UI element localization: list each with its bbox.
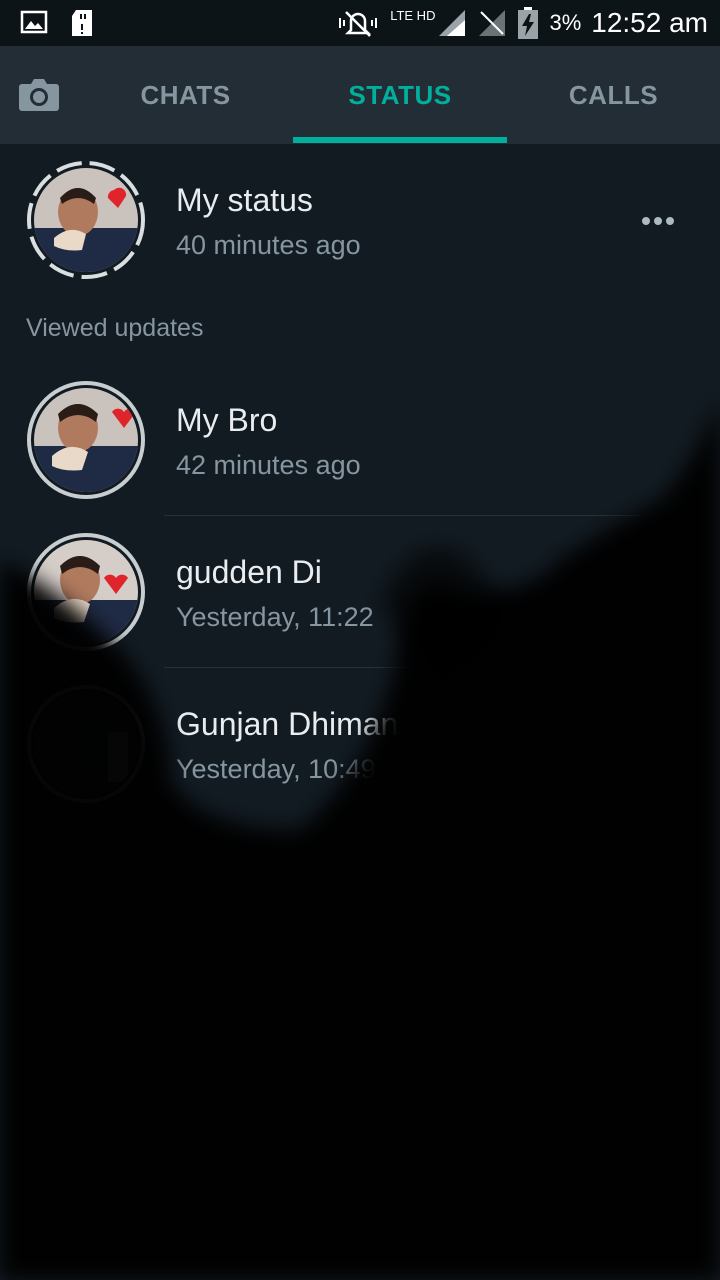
contact-name: My Bro — [176, 402, 278, 438]
contact-name: Gunjan Dhiman — [176, 706, 399, 742]
battery-percentage: 3% — [549, 10, 582, 35]
app-bar: CHATS STATUS CALLS — [0, 46, 720, 144]
gallery-notification-icon — [20, 10, 48, 34]
battery-charging-icon — [518, 7, 539, 39]
status-time: Yesterday, 10:49 — [176, 754, 376, 784]
my-status-avatar-wrap[interactable] — [26, 160, 146, 280]
status-ring-dashed — [27, 161, 145, 279]
more-options-icon[interactable] — [640, 204, 676, 238]
contact-avatar-wrap — [26, 532, 146, 652]
no-sim-icon — [479, 10, 506, 36]
tab-status[interactable]: STATUS — [293, 46, 507, 144]
camera-icon[interactable] — [18, 76, 60, 112]
clock: 12:52 am — [591, 7, 708, 38]
status-update-row[interactable]: gudden Di Yesterday, 11:22 — [0, 516, 720, 668]
network-type-label: LTE HD — [390, 7, 436, 23]
tab-calls[interactable]: CALLS — [507, 46, 720, 144]
contact-name: gudden Di — [176, 554, 322, 590]
contact-avatar-wrap — [26, 380, 146, 500]
status-update-row[interactable]: My Bro 42 minutes ago — [0, 364, 720, 516]
status-ring-viewed — [27, 381, 145, 499]
contact-avatar-wrap — [26, 684, 146, 804]
active-tab-indicator — [293, 137, 507, 143]
status-time: 42 minutes ago — [176, 450, 361, 480]
my-status-time: 40 minutes ago — [176, 230, 361, 260]
status-ring-viewed — [27, 685, 145, 803]
sd-card-notification-icon — [72, 10, 92, 36]
status-ring-viewed — [27, 533, 145, 651]
my-status-row[interactable]: My status 40 minutes ago — [0, 144, 720, 294]
vibrate-mute-icon — [339, 11, 378, 37]
system-status-bar: LTE HD 3% 12:52 am — [0, 0, 720, 46]
my-status-name: My status — [176, 182, 313, 218]
status-time: Yesterday, 11:22 — [176, 602, 374, 632]
viewed-updates-header: Viewed updates — [26, 314, 204, 342]
status-update-row[interactable]: Gunjan Dhiman Yesterday, 10:49 — [0, 668, 720, 820]
tab-chats[interactable]: CHATS — [78, 46, 293, 144]
signal-icon — [439, 10, 466, 36]
